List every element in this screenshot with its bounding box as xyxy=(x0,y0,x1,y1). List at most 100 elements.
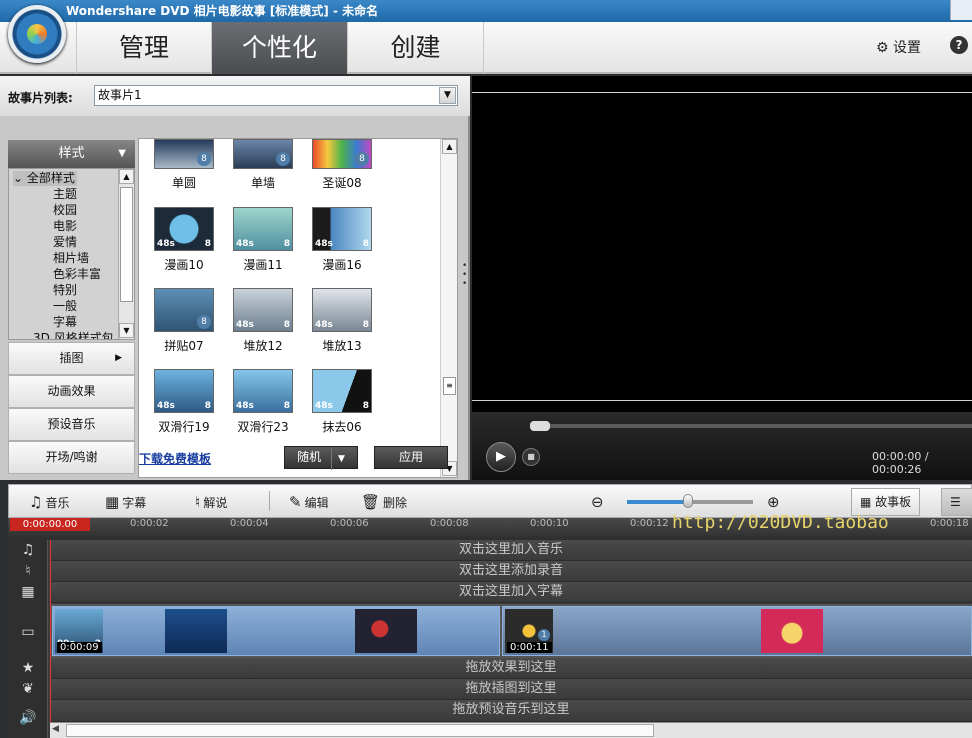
timeline-view-button[interactable]: ☰ xyxy=(941,488,972,516)
preset-music-button[interactable]: 预设音乐 xyxy=(8,408,135,441)
app-logo[interactable] xyxy=(8,5,66,63)
disc-icon xyxy=(27,24,47,44)
track-icons: ♫ ♮ ▦ ▭ ★ ❦ 🔊 xyxy=(8,540,48,738)
settings-button[interactable]: ⚙ 设置 xyxy=(876,37,921,57)
scroll-thumb[interactable] xyxy=(66,724,654,737)
zoom-out-icon[interactable]: ⊖ xyxy=(591,493,604,511)
music-label: 音乐 xyxy=(45,496,70,510)
caret-down-icon[interactable]: ▼ xyxy=(330,449,345,470)
music-button[interactable]: ♫ 音乐 xyxy=(29,493,69,511)
tab-personalize[interactable]: 个性化 xyxy=(212,22,348,74)
speaker-icon: 🔊 xyxy=(19,710,37,726)
scroll-left-icon[interactable]: ◀ xyxy=(52,724,59,734)
tree-item[interactable]: 特别 xyxy=(53,283,77,298)
video-clip[interactable]: 1 0:00:11 xyxy=(502,606,972,656)
tree-item[interactable]: 字幕 xyxy=(53,315,77,330)
transition-handle-icon[interactable]: ⋮ xyxy=(492,628,500,637)
template-thumbnail: 8 xyxy=(154,288,214,332)
subtitle-button[interactable]: ▦ 字幕 xyxy=(105,493,146,511)
tree-item[interactable]: 相片墙 xyxy=(53,251,89,266)
time-ruler[interactable]: 0:00:00.00 0:00:02 0:00:04 0:00:06 0:00:… xyxy=(8,512,972,540)
template-item[interactable]: 48s 8 堆放13 xyxy=(302,288,382,368)
template-label: 抹去06 xyxy=(322,420,362,434)
scroll-up-icon[interactable]: ▲ xyxy=(119,169,134,184)
chevron-down-icon[interactable]: ▼ xyxy=(439,87,456,104)
star-icon: ★ xyxy=(21,660,35,676)
tree-scrollbar[interactable]: ▲ ▼ xyxy=(118,169,134,339)
tree-item[interactable]: 主题 xyxy=(53,187,77,202)
edit-button[interactable]: ✎ 编辑 xyxy=(289,493,329,511)
expand-icon: ⌄ xyxy=(13,171,24,185)
story-select-value: 故事片1 xyxy=(98,88,142,102)
zoom-in-icon[interactable]: ⊕ xyxy=(767,493,780,511)
scroll-up-icon[interactable]: ▲ xyxy=(442,139,457,154)
playhead[interactable] xyxy=(50,540,51,738)
template-item[interactable]: 48s 8 抹去06 xyxy=(302,369,382,449)
tree-item[interactable]: 3D 风格样式包 xyxy=(33,331,114,339)
download-templates-link[interactable]: 下载免费模板 xyxy=(139,450,211,467)
zoom-slider-handle[interactable] xyxy=(683,494,693,508)
window-control-button[interactable] xyxy=(950,0,972,20)
random-label: 随机 xyxy=(297,450,322,464)
timeline-scrollbar[interactable]: ◀ xyxy=(50,722,972,738)
watermark-text: http://020DVD.taobao xyxy=(672,512,889,533)
template-item[interactable]: 48s 8 漫画10 xyxy=(144,207,224,287)
record-lane[interactable]: 双击这里添加录音 xyxy=(50,561,972,582)
duration-label: 48s xyxy=(157,239,175,249)
seek-handle[interactable] xyxy=(530,421,550,431)
clipart-button[interactable]: 插图 ▶ xyxy=(8,342,135,375)
style-header[interactable]: 样式 ▼ xyxy=(8,140,135,168)
help-button[interactable]: ? xyxy=(950,36,968,54)
clipart-label: 插图 xyxy=(59,351,84,365)
preset-music-lane[interactable]: 拖放预设音乐到这里 xyxy=(50,700,972,722)
subtitle-lane[interactable]: 双击这里加入字幕 xyxy=(50,582,972,603)
music-lane[interactable]: 双击这里加入音乐 xyxy=(50,540,972,561)
seek-bar[interactable] xyxy=(530,424,972,428)
count-label: 8 xyxy=(283,239,290,249)
video-clip[interactable]: 09s 2 0:00:09 xyxy=(52,606,500,656)
delete-button[interactable]: 🗑 删除 xyxy=(361,493,407,511)
tab-create[interactable]: 创建 xyxy=(348,22,484,74)
template-item[interactable]: 48s 8 漫画16 xyxy=(302,207,382,287)
scroll-thumb[interactable]: ≡ xyxy=(443,377,456,395)
stop-icon[interactable]: ■ xyxy=(522,448,540,466)
tree-item-all[interactable]: ⌄ 全部样式 xyxy=(13,171,77,186)
animation-button[interactable]: 动画效果 xyxy=(8,375,135,408)
scroll-thumb[interactable] xyxy=(120,187,133,302)
template-thumbnail: 8 xyxy=(233,139,293,169)
random-button[interactable]: 随机 ▼ xyxy=(284,446,358,470)
narration-button[interactable]: ♮ 解说 xyxy=(195,493,227,511)
story-label: 故事片列表: xyxy=(8,91,73,105)
template-item[interactable]: 48s 8 双滑行23 xyxy=(223,369,303,449)
template-label: 拼贴07 xyxy=(164,339,204,353)
tab-manage[interactable]: 管理 xyxy=(76,22,212,74)
tree-item[interactable]: 电影 xyxy=(53,219,77,234)
subtitle-label: 字幕 xyxy=(122,496,147,510)
effect-lane[interactable]: 拖放效果到这里 xyxy=(50,658,972,679)
tree-item[interactable]: 爱情 xyxy=(53,235,77,250)
timeline: 0:00:00.00 0:00:02 0:00:04 0:00:06 0:00:… xyxy=(8,512,972,738)
tree-item[interactable]: 一般 xyxy=(53,299,77,314)
template-label: 漫画10 xyxy=(164,258,204,272)
intro-credits-button[interactable]: 开场/鸣谢 xyxy=(8,441,135,474)
template-item[interactable]: 48s 8 双滑行19 xyxy=(144,369,224,449)
clipart-lane[interactable]: 拖放插图到这里 xyxy=(50,679,972,700)
scroll-down-icon[interactable]: ▼ xyxy=(119,323,134,338)
clip-time: 0:00:11 xyxy=(507,642,552,653)
story-select[interactable]: 故事片1 ▼ xyxy=(94,85,458,106)
film-icon: ▦ xyxy=(105,493,120,511)
music-track-icon: ♫ xyxy=(21,542,35,558)
clip-thumbnail xyxy=(355,609,417,653)
template-label: 双滑行19 xyxy=(158,420,210,434)
tree-item[interactable]: 校园 xyxy=(53,203,77,218)
panel-splitter[interactable]: • • • xyxy=(462,262,468,292)
tree-item[interactable]: 色彩丰富 xyxy=(53,267,101,282)
play-icon[interactable]: ▶ xyxy=(486,442,516,472)
gallery-scrollbar[interactable]: ▲ ≡ ▼ xyxy=(440,139,457,477)
template-item[interactable]: 48s 8 堆放12 xyxy=(223,288,303,368)
template-item[interactable]: 48s 8 漫画11 xyxy=(223,207,303,287)
template-item[interactable]: 8 拼贴07 xyxy=(144,288,224,368)
apply-button[interactable]: 应用 xyxy=(374,446,448,469)
duration-label: 48s xyxy=(315,401,333,411)
template-label: 双滑行23 xyxy=(237,420,289,434)
